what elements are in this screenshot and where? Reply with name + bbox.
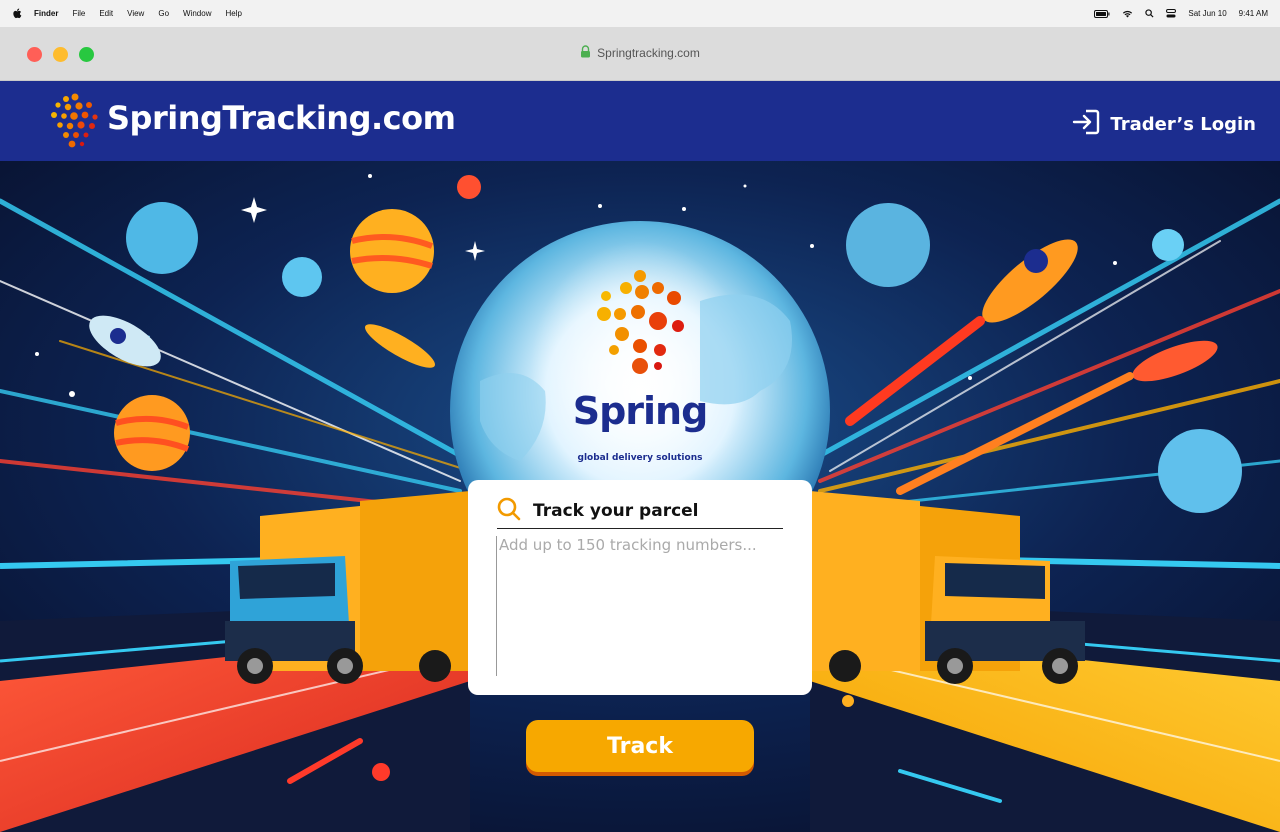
menu-help[interactable]: Help xyxy=(225,9,241,18)
menu-edit[interactable]: Edit xyxy=(99,9,113,18)
menu-view[interactable]: View xyxy=(127,9,144,18)
menubar-time: 9:41 AM xyxy=(1238,9,1268,18)
spring-logo-word: Spring xyxy=(572,389,709,433)
track-card-title: Track your parcel xyxy=(533,501,699,521)
menu-app-finder[interactable]: Finder xyxy=(34,9,58,18)
lock-icon xyxy=(580,45,591,61)
spring-logo-icon[interactable] xyxy=(46,93,102,151)
truck-left xyxy=(225,491,470,684)
track-button[interactable]: Track xyxy=(526,720,754,772)
hero-section: Spring global delivery solutions Track y… xyxy=(0,161,1280,832)
address-bar[interactable]: Springtracking.com xyxy=(0,45,1280,61)
menu-window[interactable]: Window xyxy=(183,9,211,18)
menu-file[interactable]: File xyxy=(72,9,85,18)
battery-icon[interactable] xyxy=(1094,9,1110,18)
browser-toolbar: Springtracking.com xyxy=(0,27,1280,81)
menubar-date: Sat Jun 10 xyxy=(1188,9,1227,18)
tracking-numbers-input[interactable] xyxy=(496,536,786,676)
spring-logo-tagline: global delivery solutions xyxy=(577,453,703,463)
wifi-icon[interactable] xyxy=(1122,10,1133,18)
spring-central-logo: Spring global delivery solutions xyxy=(560,266,720,466)
apple-icon[interactable] xyxy=(12,8,22,19)
macos-menu-bar: Finder File Edit View Go Window Help Sat… xyxy=(0,0,1280,27)
track-card-header: Track your parcel xyxy=(497,494,783,529)
url-text[interactable]: Springtracking.com xyxy=(597,46,700,60)
login-label: Trader’s Login xyxy=(1110,114,1256,135)
track-parcel-card: Track your parcel xyxy=(468,480,812,695)
magnifier-icon xyxy=(497,497,521,525)
site-header: SpringTracking.com Trader’s Login xyxy=(0,81,1280,161)
login-icon xyxy=(1072,109,1100,140)
brand-name[interactable]: SpringTracking.com xyxy=(107,99,456,137)
spring-dots-icon xyxy=(597,270,684,374)
search-icon[interactable] xyxy=(1145,9,1154,18)
control-center-icon[interactable] xyxy=(1166,9,1177,18)
menu-go[interactable]: Go xyxy=(158,9,169,18)
traders-login-link[interactable]: Trader’s Login xyxy=(1072,109,1256,140)
